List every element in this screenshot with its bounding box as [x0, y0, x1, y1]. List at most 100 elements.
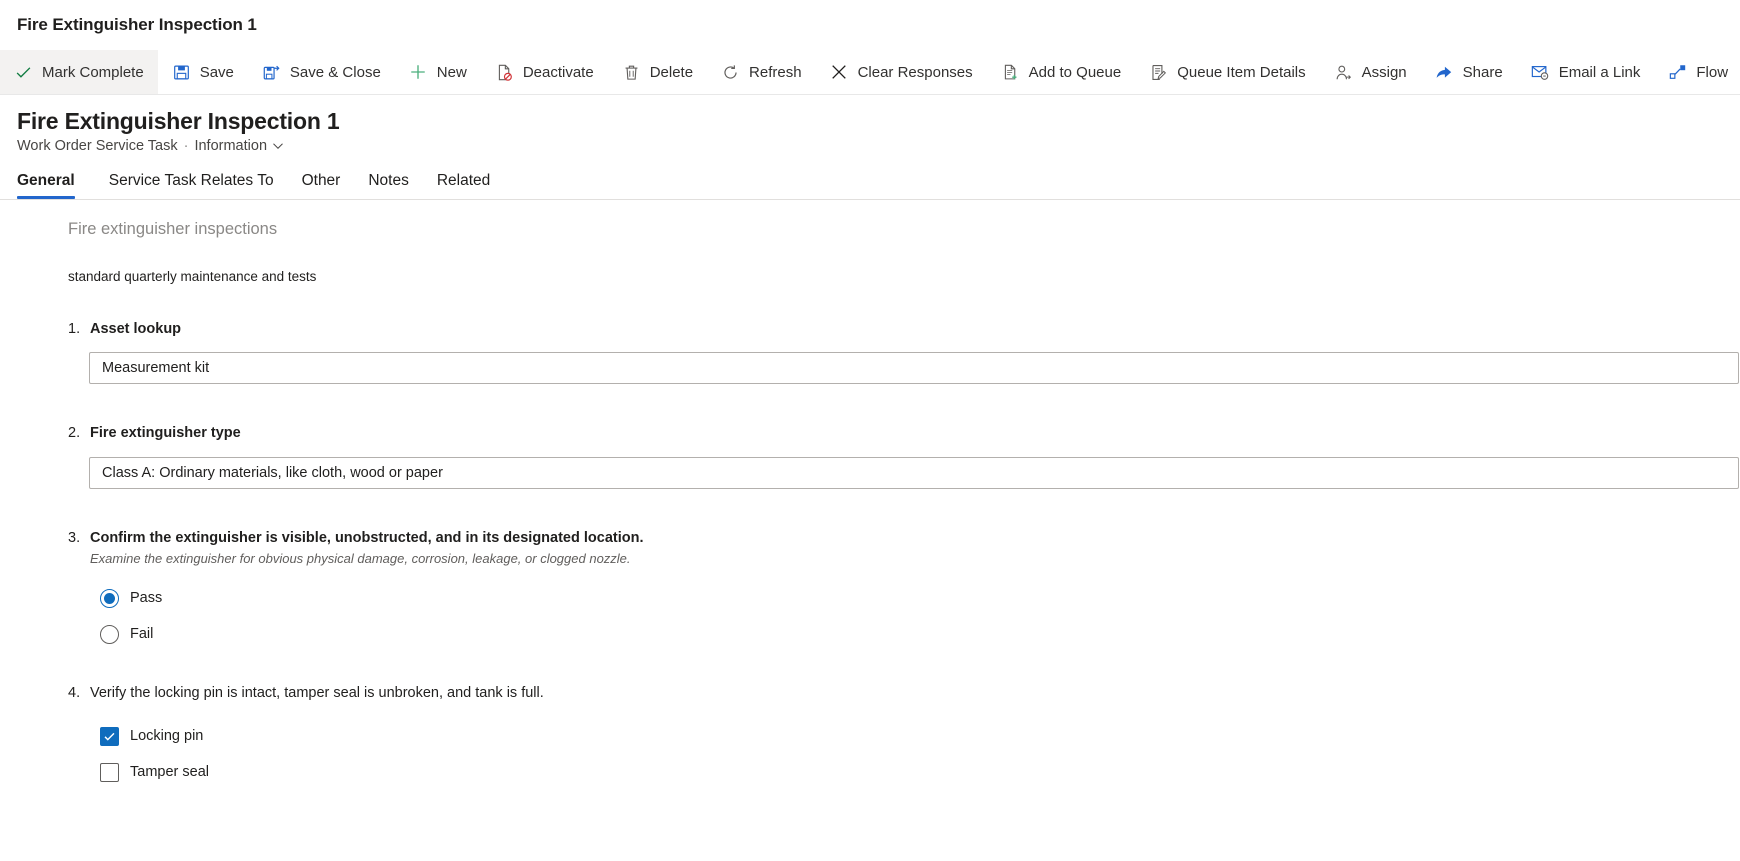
mark-complete-button[interactable]: Mark Complete — [0, 50, 158, 94]
plus-icon — [409, 63, 428, 82]
form-tab-strip: General Service Task Relates To Other No… — [0, 153, 1740, 200]
question-2-label: Fire extinguisher type — [90, 425, 241, 442]
checkmark-icon — [104, 732, 115, 741]
question-4-label: Verify the locking pin is intact, tamper… — [90, 685, 544, 702]
tab-general-label: General — [17, 171, 75, 189]
new-button[interactable]: New — [395, 50, 481, 94]
tab-other[interactable]: Other — [288, 172, 355, 199]
checkbox-option-locking-pin-label: Locking pin — [130, 728, 204, 744]
question-3: 3. Confirm the extinguisher is visible, … — [68, 529, 1740, 653]
refresh-label: Refresh — [749, 63, 802, 81]
queue-item-details-button[interactable]: Queue Item Details — [1135, 50, 1319, 94]
tab-notes-label: Notes — [368, 171, 409, 189]
question-4-number: 4. — [68, 685, 81, 702]
subheader-separator: · — [183, 137, 189, 154]
radio-option-pass[interactable]: Pass — [100, 580, 1740, 616]
flow-icon — [1668, 63, 1687, 82]
inspection-description: standard quarterly maintenance and tests — [68, 268, 317, 284]
record-header: Fire Extinguisher Inspection 1 Work Orde… — [0, 95, 1740, 154]
clear-responses-label: Clear Responses — [857, 63, 973, 81]
question-3-number: 3. — [68, 529, 81, 546]
asset-lookup-value: Measurement kit — [102, 360, 210, 377]
question-4-options: Locking pin Tamper seal — [100, 718, 1740, 790]
share-button[interactable]: Share — [1421, 50, 1517, 94]
save-and-close-icon — [262, 63, 281, 82]
checkbox-option-tamper-seal-label: Tamper seal — [130, 764, 209, 780]
delete-button[interactable]: Delete — [608, 50, 707, 94]
save-and-close-label: Save & Close — [289, 63, 381, 81]
question-3-options: Pass Fail — [100, 580, 1740, 652]
clear-responses-button[interactable]: Clear Responses — [816, 50, 987, 94]
radio-option-fail[interactable]: Fail — [100, 616, 1740, 652]
tab-general[interactable]: General — [17, 172, 89, 199]
save-and-close-button[interactable]: Save & Close — [248, 50, 395, 94]
email-a-link-label: Email a Link — [1558, 63, 1641, 81]
refresh-button[interactable]: Refresh — [707, 50, 816, 94]
checkbox-option-tamper-seal[interactable]: Tamper seal — [100, 754, 1740, 790]
flow-label: Flow — [1696, 63, 1729, 81]
checkbox-locking-pin-icon[interactable] — [100, 726, 119, 746]
new-label: New — [436, 63, 467, 81]
entity-name: Work Order Service Task — [17, 137, 178, 154]
chevron-down-icon — [273, 143, 283, 149]
refresh-icon — [721, 63, 740, 82]
radio-option-fail-label: Fail — [130, 626, 154, 643]
tab-other-label: Other — [301, 171, 341, 189]
assign-button[interactable]: Assign — [1320, 50, 1421, 94]
form-selector-label: Information — [194, 137, 268, 154]
flow-button[interactable]: Flow — [1654, 50, 1740, 94]
add-to-queue-label: Add to Queue — [1028, 63, 1122, 81]
command-bar: Mark Complete Save Save & Close New Deac… — [0, 50, 1740, 95]
question-1-label: Asset lookup — [90, 320, 182, 337]
asset-lookup-input[interactable]: Measurement kit — [89, 352, 1739, 385]
queue-item-details-icon — [1149, 63, 1168, 82]
email-a-link-button[interactable]: Email a Link — [1517, 50, 1655, 94]
save-button[interactable]: Save — [158, 50, 248, 94]
form-body: Fire extinguisher inspections standard q… — [0, 199, 1740, 845]
share-label: Share — [1462, 63, 1503, 81]
mark-complete-label: Mark Complete — [42, 63, 144, 81]
add-to-queue-button[interactable]: Add to Queue — [987, 50, 1136, 94]
save-icon — [172, 63, 191, 82]
deactivate-button[interactable]: Deactivate — [481, 50, 608, 94]
delete-label: Delete — [649, 63, 694, 81]
app-title-bar: Fire Extinguisher Inspection 1 — [0, 0, 1740, 50]
assign-label: Assign — [1361, 63, 1407, 81]
question-1-number: 1. — [68, 320, 81, 337]
checkmark-icon — [14, 63, 33, 82]
tab-related[interactable]: Related — [423, 172, 504, 199]
add-to-queue-icon — [1001, 63, 1020, 82]
question-2-number: 2. — [68, 425, 81, 442]
tab-notes[interactable]: Notes — [354, 172, 423, 199]
record-subheader: Work Order Service Task · Information — [17, 138, 1740, 154]
share-icon — [1435, 63, 1454, 82]
tab-related-label: Related — [436, 171, 491, 189]
save-label: Save — [199, 63, 234, 81]
queue-item-details-label: Queue Item Details — [1177, 63, 1306, 81]
email-link-icon — [1531, 63, 1550, 82]
deactivate-label: Deactivate — [522, 63, 594, 81]
clear-x-icon — [830, 63, 849, 82]
question-2: 2. Fire extinguisher type — [68, 424, 1740, 444]
fire-extinguisher-type-select[interactable]: Class A: Ordinary materials, like cloth,… — [89, 456, 1739, 489]
inspection-panel: Fire extinguisher inspections standard q… — [0, 200, 1740, 845]
question-4: 4. Verify the locking pin is intact, tam… — [68, 684, 1740, 790]
question-3-label: Confirm the extinguisher is visible, uno… — [90, 529, 644, 546]
trash-icon — [622, 63, 641, 82]
checkbox-tamper-seal-icon[interactable] — [100, 762, 119, 782]
question-3-hint: Examine the extinguisher for obvious phy… — [90, 551, 631, 567]
radio-fail-icon[interactable] — [100, 624, 119, 644]
app-window-title: Fire Extinguisher Inspection 1 — [17, 15, 257, 34]
fire-extinguisher-type-value: Class A: Ordinary materials, like cloth,… — [102, 464, 443, 481]
tab-service-task-relates-to[interactable]: Service Task Relates To — [95, 172, 288, 199]
radio-option-pass-label: Pass — [130, 590, 163, 607]
page-title: Fire Extinguisher Inspection 1 — [17, 108, 340, 134]
checkbox-option-locking-pin[interactable]: Locking pin — [100, 718, 1740, 754]
tab-service-task-relates-to-label: Service Task Relates To — [108, 171, 274, 189]
radio-pass-icon[interactable] — [100, 588, 119, 608]
question-1: 1. Asset lookup — [68, 320, 1740, 340]
form-selector[interactable]: Information — [194, 138, 284, 154]
inspection-title: Fire extinguisher inspections — [68, 219, 278, 238]
assign-person-icon — [1334, 63, 1353, 82]
deactivate-icon — [495, 63, 514, 82]
